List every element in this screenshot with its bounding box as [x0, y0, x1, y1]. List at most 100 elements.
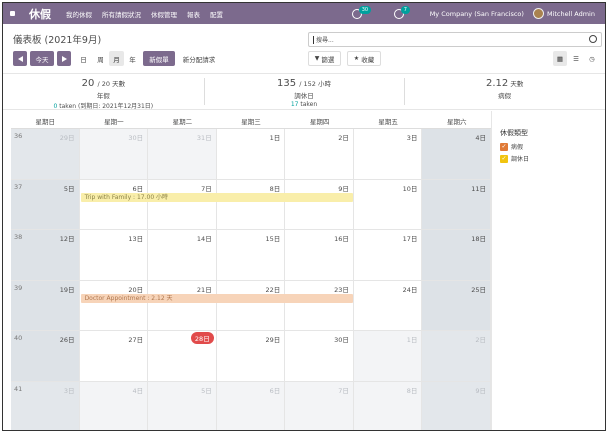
day-number: 9日: [475, 386, 486, 395]
calendar-day-cell[interactable]: 10日: [353, 179, 423, 230]
calendar-event[interactable]: Trip with Family : 17.00 小時: [80, 192, 353, 202]
app-window: 休假 我的休假 所有請假狀況 休假管理 報表 配置 30 7 My Compan…: [2, 2, 606, 431]
calendar-day-cell[interactable]: 31日: [148, 129, 217, 180]
calendar-day-cell[interactable]: 13日: [79, 230, 149, 281]
search-placeholder: 搜尋...: [316, 37, 334, 44]
calendar-day-cell[interactable]: 38 12日: [11, 230, 80, 281]
activity-view-icon[interactable]: ◷: [585, 51, 599, 66]
calendar-day-cell[interactable]: 28日: [148, 331, 217, 382]
calendar-day-cell[interactable]: 6日: [79, 179, 149, 230]
new-leave-button[interactable]: 新假單: [143, 51, 175, 66]
calendar-view-icon[interactable]: ▦: [553, 51, 567, 66]
calendar-day-cell[interactable]: 24日: [353, 280, 423, 331]
calendar-day-cell[interactable]: 16日: [285, 230, 354, 281]
user-menu[interactable]: Mitchell Admin: [532, 8, 595, 19]
favorites-button[interactable]: ★ 收藏: [347, 51, 381, 66]
calendar-day-cell[interactable]: 7日: [148, 179, 217, 230]
checkbox-checked-icon[interactable]: ✓: [500, 154, 508, 163]
weekday-label: 星期一: [104, 118, 124, 126]
calendar-day-cell[interactable]: 23日: [285, 280, 354, 331]
menu-my-leaves[interactable]: 我的休假: [61, 9, 97, 19]
day-number: 23日: [334, 285, 349, 294]
company-switcher[interactable]: My Company (San Francisco): [430, 10, 524, 18]
view-month-button[interactable]: 月: [109, 51, 124, 66]
calendar-day-cell[interactable]: 9日: [285, 179, 354, 230]
calendar-day-cell[interactable]: 30日: [79, 129, 149, 180]
calendar-day-cell[interactable]: 7日: [285, 381, 354, 430]
calendar-day-cell[interactable]: 40 26日: [11, 331, 80, 382]
calendar-day-cell[interactable]: 21日: [148, 280, 217, 331]
calendar-day-cell[interactable]: 9日: [422, 381, 491, 430]
calendar-day-cell[interactable]: 30日: [285, 331, 354, 382]
menu-configuration[interactable]: 配置: [205, 9, 228, 19]
menu-leave-management[interactable]: 休假管理: [146, 9, 182, 19]
filter-comp-day[interactable]: ✓ 調休日: [500, 154, 605, 163]
activity-clock-icon[interactable]: 30: [351, 5, 372, 19]
day-number: 4日: [475, 134, 486, 142]
calendar-day-cell[interactable]: 15日: [216, 230, 286, 281]
week-number: 36: [14, 132, 23, 140]
calendar-day-cell[interactable]: 1日: [216, 129, 286, 180]
arrow-right-icon: [61, 55, 67, 62]
calendar-day-cell[interactable]: 22日: [216, 280, 286, 331]
calendar-day-cell[interactable]: 11日: [422, 179, 491, 230]
search-input[interactable]: 搜尋...: [308, 32, 602, 47]
calendar-day-cell[interactable]: 39 19日: [11, 280, 80, 331]
next-button[interactable]: [57, 51, 71, 66]
search-icon[interactable]: [589, 35, 597, 43]
calendar-day-cell[interactable]: 8日: [216, 179, 286, 230]
filter-sick-leave[interactable]: ✓ 病假: [500, 142, 605, 151]
weekday-label: 星期四: [309, 118, 330, 126]
filters-button[interactable]: ▼ 篩選: [308, 51, 341, 66]
day-number: 15日: [265, 235, 281, 243]
apps-menu-icon[interactable]: [3, 3, 21, 24]
previous-button[interactable]: [13, 51, 27, 66]
app-brand[interactable]: 休假: [21, 6, 61, 22]
day-number: 13日: [128, 235, 144, 243]
new-allocation-button[interactable]: 新分配請求: [177, 51, 221, 66]
calendar-day-cell[interactable]: 36 29日: [11, 129, 80, 180]
view-day-button[interactable]: 日: [76, 51, 91, 66]
calendar-day-cell[interactable]: 2日: [285, 129, 354, 180]
view-year-button[interactable]: 年: [125, 51, 140, 66]
day-number: 8日: [406, 386, 418, 395]
menu-all-leaves[interactable]: 所有請假狀況: [97, 9, 146, 19]
calendar-day-cell[interactable]: 27日: [79, 331, 149, 382]
calendar-day-cell[interactable]: 2日: [422, 331, 491, 382]
summary-comp-days: 135 / 152 小時 調休日 17 taken: [203, 74, 405, 109]
calendar-day-cell[interactable]: 17日: [353, 230, 423, 281]
calendar-day-cell[interactable]: 4日: [79, 381, 149, 430]
calendar-day-cell[interactable]: 20日: [79, 280, 149, 331]
calendar-day-cell[interactable]: 18日: [422, 230, 491, 281]
calendar-day-cell[interactable]: 4日: [422, 129, 491, 180]
menu-reports[interactable]: 報表: [182, 9, 205, 19]
calendar-day-cell[interactable]: 3日: [353, 129, 423, 180]
list-view-icon[interactable]: ☰: [569, 51, 583, 66]
day-number: 24日: [402, 285, 418, 294]
day-number: 8日: [269, 184, 281, 193]
calendar-sidebar: 休假類型 ✓ 病假 ✓ 調休日: [491, 111, 605, 430]
calendar-day-cell[interactable]: 41 3日: [11, 381, 80, 430]
day-number: 12日: [59, 235, 75, 243]
calendar-day-cell[interactable]: 6日: [216, 381, 286, 430]
day-number: 4日: [132, 386, 144, 395]
week-number: 38: [14, 233, 23, 241]
calendar-day-cell[interactable]: 37 5日: [11, 179, 80, 230]
weekday-header: 星期日 星期一 星期二 星期三 星期四 星期五 星期六: [11, 111, 491, 129]
calendar-day-cell[interactable]: 1日: [353, 331, 423, 382]
calendar-event[interactable]: Doctor Appointment : 2.12 天: [80, 293, 353, 303]
today-day-number: 28日: [190, 332, 214, 344]
star-icon: ★: [353, 55, 360, 62]
calendar-day-cell[interactable]: 5日: [148, 381, 217, 430]
calendar-day-cell[interactable]: 14日: [148, 230, 217, 281]
checkbox-checked-icon[interactable]: ✓: [500, 142, 508, 151]
view-week-button[interactable]: 周: [93, 51, 108, 66]
week-number: 41: [14, 384, 23, 393]
calendar-day-cell[interactable]: 29日: [216, 331, 286, 382]
today-button[interactable]: 今天: [30, 51, 54, 66]
day-number: 27日: [128, 336, 144, 344]
chat-bubble-icon[interactable]: 7: [393, 5, 410, 19]
day-number: 9日: [338, 184, 349, 193]
calendar-day-cell[interactable]: 25日: [422, 280, 491, 331]
calendar-day-cell[interactable]: 8日: [353, 381, 423, 430]
